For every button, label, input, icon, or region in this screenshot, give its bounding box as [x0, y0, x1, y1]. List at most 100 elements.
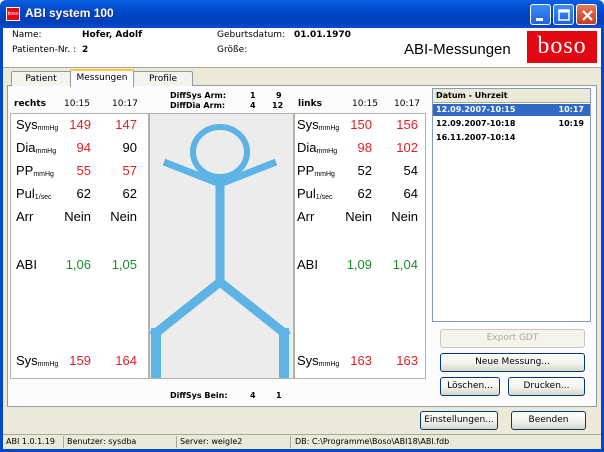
patient-nr-label: Patienten-Nr. : [12, 45, 77, 55]
rechts-abi-2: 1,05 [111, 257, 137, 272]
delete-button[interactable]: Löschen... [440, 377, 500, 396]
diffdia-arm-label: DiffDia Arm: [170, 101, 226, 110]
close-icon [582, 10, 593, 21]
diffdia-arm-a: 4 [250, 101, 256, 110]
dia-label-right: DiammHg [16, 140, 57, 155]
status-separator [63, 436, 64, 448]
birthdate-label: Geburtsdatum: [217, 30, 286, 40]
dia-label-left: DiammHg [297, 140, 338, 155]
minimize-icon [536, 18, 543, 21]
links-pul-1: 62 [357, 186, 372, 201]
rechts-abi-1: 1,06 [65, 257, 91, 272]
links-arr-1: Nein [345, 209, 372, 224]
app-icon: boso [6, 7, 20, 21]
pul-label-right: Pul1/sec [16, 186, 52, 201]
links-sys-leg-1: 163 [350, 353, 372, 368]
rechts-arr-2: Nein [110, 209, 137, 224]
boso-logo: boso [527, 31, 597, 63]
rechts-pp-2: 57 [122, 163, 137, 178]
list-item-date: 12.09.2007-10:15 [436, 105, 516, 114]
diffdia-arm-b: 12 [272, 101, 284, 110]
list-item[interactable]: 12.09.2007-10:15 10:17 [433, 104, 590, 116]
rechts-dia-1: 94 [76, 140, 91, 155]
diffsys-arm-a: 1 [250, 91, 256, 100]
status-separator [290, 436, 291, 448]
links-dia-2: 102 [396, 140, 418, 155]
links-pul-2: 64 [403, 186, 418, 201]
left-time1: 10:15 [64, 99, 90, 109]
tab-messungen[interactable]: Messungen [70, 69, 134, 87]
diffsys-bein-a: 4 [250, 391, 256, 400]
name-label: Name: [12, 30, 42, 40]
list-item-time: 10:19 [558, 119, 584, 128]
rechts-sys-leg-2: 164 [115, 353, 137, 368]
maximize-icon [558, 9, 570, 21]
title-bar[interactable]: boso ABI system 100 [0, 0, 604, 28]
rechts-pp-1: 55 [76, 163, 91, 178]
links-pp-2: 54 [403, 163, 418, 178]
diffsys-bein-label: DiffSys Bein: [170, 391, 228, 400]
rechts-dia-2: 90 [122, 140, 137, 155]
list-item-date: 16.11.2007-10:14 [436, 133, 516, 142]
rechts-pul-2: 62 [122, 186, 137, 201]
right-time1: 10:15 [352, 99, 378, 109]
status-db: DB: C:\Programme\Boso\ABI18\ABI.fdb [295, 437, 450, 446]
rechts-arr-1: Nein [64, 209, 91, 224]
print-button[interactable]: Drucken... [508, 377, 585, 396]
left-time2: 10:17 [112, 99, 138, 109]
rechts-pul-1: 62 [76, 186, 91, 201]
links-sys-1: 150 [350, 117, 372, 132]
settings-button[interactable]: Einstellungen... [420, 411, 498, 430]
diffsys-arm-label: DiffSys Arm: [170, 91, 227, 100]
size-label: Größe: [217, 45, 248, 55]
patient-nr-value: 2 [82, 45, 89, 55]
links-dia-1: 98 [357, 140, 372, 155]
list-item-date: 12.09.2007-10:18 [436, 119, 516, 128]
rechts-sys-2: 147 [115, 117, 137, 132]
abi-label-right: ABI [16, 257, 37, 272]
pul-label-left: Pul1/sec [297, 186, 333, 201]
tab-patient[interactable]: Patient [11, 71, 71, 86]
name-value: Hofer, Adolf [82, 30, 142, 40]
close-button[interactable] [576, 4, 597, 25]
status-version: ABI 1.0.1.19 [6, 437, 55, 446]
arr-label-right: Arr [16, 209, 34, 224]
pp-label-left: PPmmHg [297, 163, 335, 178]
list-item[interactable]: 12.09.2007-10:18 10:19 [433, 118, 590, 130]
tab-profile[interactable]: Profile [133, 71, 193, 86]
rechts-sys-leg-1: 159 [69, 353, 91, 368]
figure-pane [149, 113, 294, 379]
section-title: ABI-Messungen [404, 41, 511, 58]
links-abi-2: 1,04 [392, 257, 418, 272]
sys-label-right: SysmmHg [16, 117, 59, 132]
export-gdt-button[interactable]: Export GDT [440, 329, 585, 348]
diffsys-arm-b: 9 [276, 91, 282, 100]
list-item[interactable]: 16.11.2007-10:14 [433, 132, 590, 144]
sys-leg-label-left: SysmmHg [297, 353, 340, 368]
maximize-button[interactable] [553, 4, 574, 25]
left-side-label: rechts [14, 99, 46, 109]
sys-label-left: SysmmHg [297, 117, 340, 132]
links-sys-leg-2: 163 [396, 353, 418, 368]
links-pp-1: 52 [357, 163, 372, 178]
links-sys-2: 156 [396, 117, 418, 132]
status-server: Server: weigle2 [180, 437, 243, 446]
abi-label-left: ABI [297, 257, 318, 272]
list-header[interactable]: Datum - Uhrzeit [433, 89, 590, 103]
window-title: ABI system 100 [25, 6, 114, 20]
links-arr-2: Nein [391, 209, 418, 224]
birthdate-value: 01.01.1970 [294, 30, 351, 40]
new-measurement-button[interactable]: Neue Messung... [440, 353, 585, 372]
body-figure-icon [149, 124, 291, 378]
arr-label-left: Arr [297, 209, 315, 224]
right-side-label: links [298, 99, 322, 109]
right-time2: 10:17 [394, 99, 420, 109]
exit-button[interactable]: Beenden [511, 411, 586, 430]
rechts-sys-1: 149 [69, 117, 91, 132]
status-user: Benutzer: sysdba [67, 437, 137, 446]
pp-label-right: PPmmHg [16, 163, 54, 178]
links-abi-1: 1,09 [346, 257, 372, 272]
sys-leg-label-right: SysmmHg [16, 353, 59, 368]
diffsys-bein-b: 1 [276, 391, 282, 400]
minimize-button[interactable] [530, 4, 551, 25]
